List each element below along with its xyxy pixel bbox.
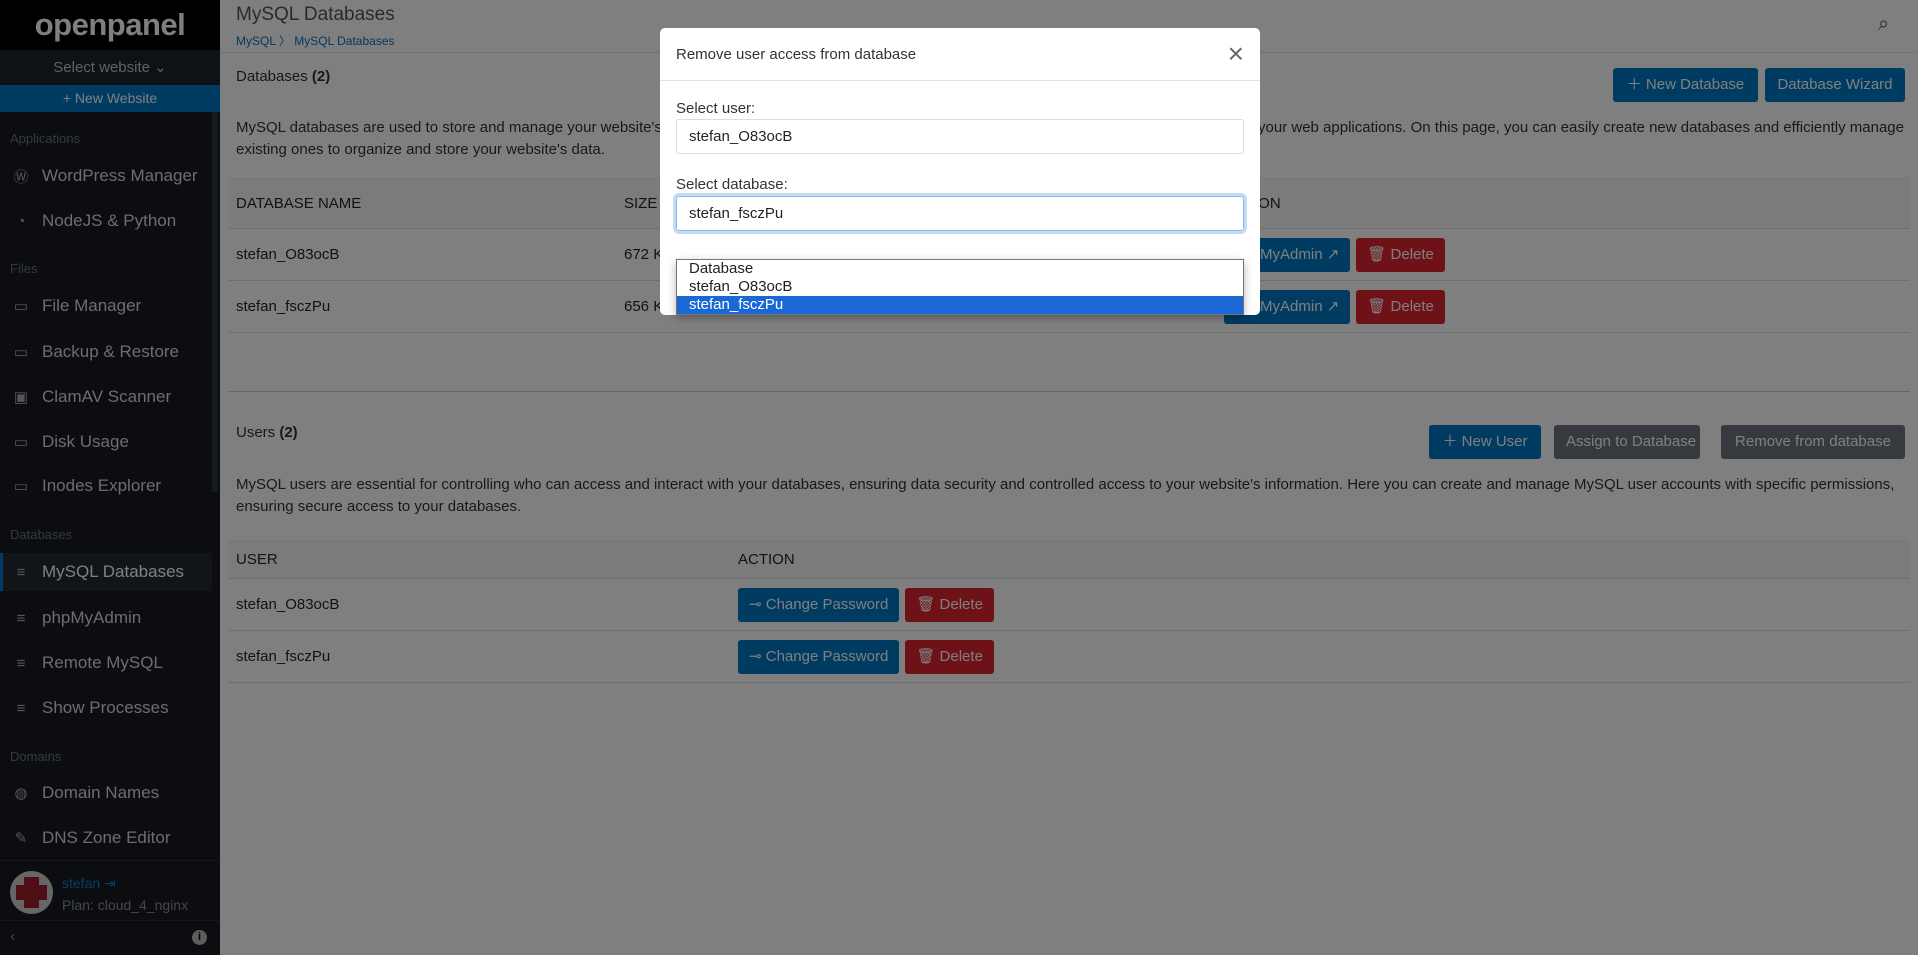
dropdown-option-selected[interactable]: stefan_fsczPu (677, 296, 1243, 314)
dropdown-option[interactable]: stefan_O83ocB (677, 278, 1243, 296)
modal-title: Remove user access from database (676, 45, 917, 63)
close-icon[interactable]: × (1228, 40, 1244, 68)
select-user-field[interactable]: stefan_O83ocB (676, 119, 1244, 154)
remove-user-access-modal: Remove user access from database × Select… (660, 28, 1260, 315)
select-database-label: Select database: (676, 176, 788, 193)
select-database-field[interactable]: stefan_fsczPu (676, 196, 1244, 231)
database-dropdown-list: Database stefan_O83ocB stefan_fsczPu (676, 259, 1244, 315)
dropdown-option[interactable]: Database (677, 260, 1243, 278)
select-user-label: Select user: (676, 100, 756, 117)
